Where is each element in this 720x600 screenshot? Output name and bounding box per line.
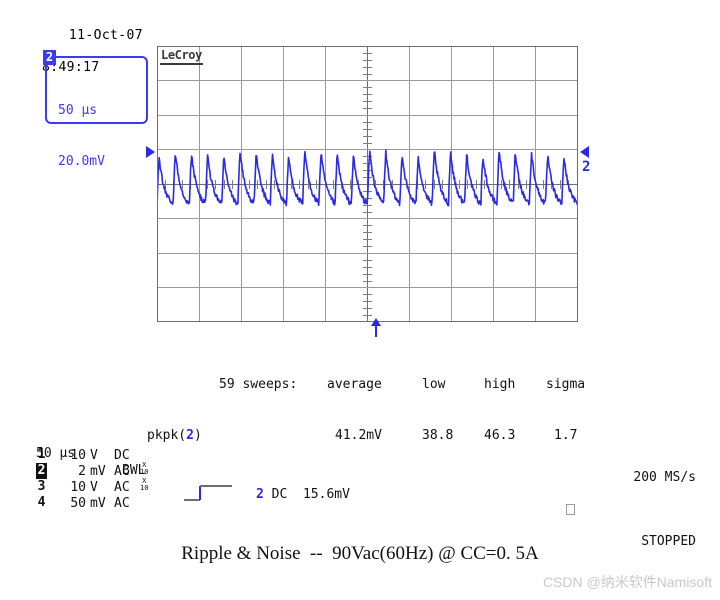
channel-scale-unit-4: mV	[90, 496, 106, 511]
channel-scale-value-2: 2	[78, 464, 86, 479]
column-sigma: sigma	[546, 377, 586, 392]
column-average: average	[327, 377, 382, 392]
measurement-row-pkpk[interactable]: pkpk(2) 41.2mV 38.8 46.3 1.7	[147, 427, 577, 444]
trigger-coupling-level: DC 15.6mV	[263, 487, 350, 502]
sample-rate-readout: 200 MS/s	[633, 470, 696, 485]
channel-row-2[interactable]: 2 2 mV AC X 10	[36, 462, 148, 479]
channel-number-1[interactable]: 1	[36, 447, 47, 463]
oscilloscope-screen: 11-Oct-07 8:49:17 2 50 µs 20.0mV LeCroy …	[0, 0, 720, 600]
channel-number-4[interactable]: 4	[36, 495, 47, 511]
channel-level-marker-right[interactable]	[580, 146, 589, 158]
channel-row-3[interactable]: 3 10 V AC X 10	[36, 478, 149, 496]
channel-marker-label: 2	[582, 159, 591, 175]
channel-coupling-4: AC	[114, 496, 130, 511]
figure-caption: Ripple & Noise -- 90Vac(60Hz) @ CC=0. 5A	[181, 543, 539, 564]
channel-probe-attenuation-3: X 10	[140, 477, 149, 492]
channel-scale-value-1: 10	[70, 448, 86, 463]
channel-scale-unit-2: mV	[90, 464, 106, 479]
csdn-watermark: CSDN @纳米软件Namisoft	[542, 574, 712, 590]
channel-number-2[interactable]: 2	[36, 463, 47, 479]
trigger-position-arrow[interactable]	[370, 318, 382, 338]
measurement-sigma: 1.7	[554, 428, 578, 443]
measurement-source-channel: 2	[186, 428, 194, 443]
channel-rows: 1 10 V DC 2 2 mV AC X 10 3 10 V AC X 10 4 50 mV AC	[36, 447, 149, 511]
channel-coupling-3: AC	[114, 480, 130, 495]
channel-scale-value-4: 50	[70, 496, 86, 511]
channel-scale-unit-1: V	[90, 448, 98, 463]
stopped-square-icon	[565, 504, 575, 515]
channel-number-3[interactable]: 3	[36, 479, 47, 495]
measurement-name-close: )	[193, 428, 202, 443]
trigger-readout[interactable]: 2 DC 15.6mV	[256, 487, 350, 503]
column-low: low	[422, 377, 446, 392]
lecroy-logo: LeCroy	[160, 49, 203, 65]
info-timebase: 50 µs	[58, 103, 98, 118]
rising-edge-trigger-icon	[184, 485, 232, 501]
column-high: high	[484, 377, 516, 392]
measurement-name: pkpk(2)	[147, 427, 202, 444]
channel-level-marker-left[interactable]	[146, 146, 155, 158]
trigger-source: 2	[256, 487, 264, 502]
channel-info-values: 50 µs 20.0mV	[58, 68, 105, 204]
channel-coupling-1: DC	[114, 448, 130, 463]
capture-date: 11-Oct-07	[68, 28, 143, 43]
channel-scale-unit-3: V	[90, 480, 98, 495]
channel-row-1[interactable]: 1 10 V DC	[36, 447, 130, 463]
info-volts-per-div: 20.0mV	[58, 154, 105, 169]
measurement-header-row: 59 sweeps: average low high sigma	[157, 376, 585, 393]
measurement-name-text: pkpk(	[147, 428, 187, 443]
channel-row-4[interactable]: 4 50 mV AC	[36, 495, 130, 511]
measurement-high: 46.3	[484, 428, 516, 443]
channel-control-panel: 50 µs BWL 1 10 V DC 2 2 mV AC X 10 3 10 V AC X 10 4 50 mV A…	[36, 428, 149, 511]
channel-info-badge: 2	[43, 50, 56, 65]
channel-probe-attenuation-2: X 10	[140, 461, 149, 476]
waveform-graticule[interactable]: LeCroy	[157, 46, 578, 322]
panel-header-row: 50 µs BWL	[36, 428, 145, 478]
measurement-low: 38.8	[422, 428, 454, 443]
channel-coupling-2: AC	[114, 464, 130, 479]
measurement-table: 59 sweeps: average low high sigma pkpk(2…	[147, 342, 585, 478]
graticule-border	[157, 46, 578, 322]
channel-scale-value-3: 10	[70, 480, 86, 495]
measurement-average: 41.2mV	[335, 428, 382, 443]
sweeps-label: 59 sweeps:	[219, 377, 298, 392]
